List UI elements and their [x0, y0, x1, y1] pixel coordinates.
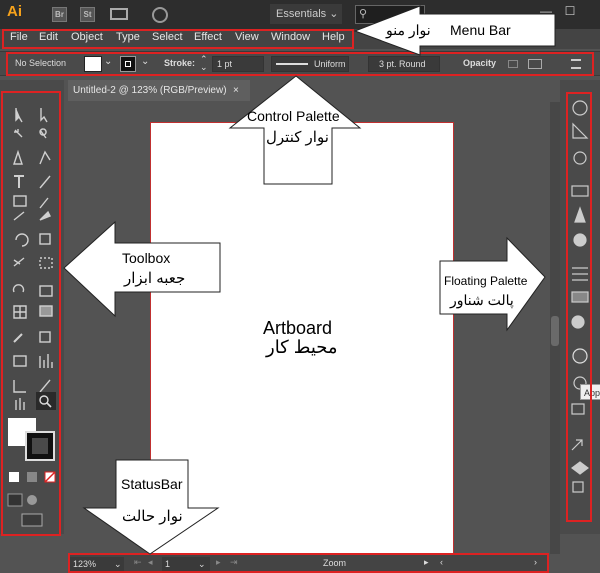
control-palette-label-fa: نوار کنترل — [266, 129, 329, 146]
toolbox-label-fa: جعبه ابزار — [124, 270, 186, 287]
toolbox-label-en: Toolbox — [122, 250, 171, 266]
floating-palette-label-fa: پالت شناور — [450, 292, 514, 308]
status-bar-label-en: StatusBar — [121, 476, 183, 492]
artboard-label-en: Artboard — [263, 318, 333, 338]
artboard-label-fa: محیط کار — [266, 337, 338, 357]
control-palette-label-en: Control Palette — [247, 108, 340, 124]
status-bar-label-fa: نوار حالت — [122, 508, 183, 525]
menu-bar-label-en: Menu Bar — [450, 22, 511, 38]
menu-bar-label-fa: نوار منو — [386, 22, 431, 38]
floating-palette-label-en: Floating Palette — [444, 274, 528, 288]
